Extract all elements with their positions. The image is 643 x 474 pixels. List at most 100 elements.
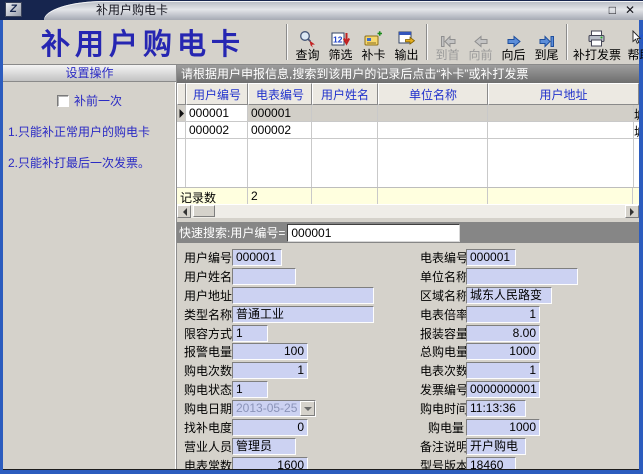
form-field[interactable]: 8.00 — [466, 325, 540, 342]
table-cell[interactable] — [488, 105, 634, 121]
form-right-column: 电表编号000001单位名称区域名称城东人民路变电表倍率1报装容量8.00总购电… — [420, 248, 639, 469]
form-row: 备注说明开户购电 — [420, 437, 639, 456]
card-icon — [364, 29, 383, 48]
table-cell[interactable] — [378, 105, 488, 121]
table-row[interactable]: 000002000002城 — [177, 122, 639, 139]
row-marker — [177, 139, 186, 187]
form-field[interactable]: 1000 — [466, 419, 540, 436]
field-label: 型号版本 — [420, 457, 464, 469]
reissue-previous-checkbox[interactable] — [57, 95, 69, 107]
table-cell[interactable] — [312, 122, 378, 138]
empty-cell — [186, 139, 248, 187]
form-field[interactable]: 000001 — [466, 249, 516, 266]
window-body: 补用户购电卡 查询12筛选补卡输出到首向前向后到尾补打发票?帮助退出 设置操作 … — [3, 20, 639, 470]
table-cell[interactable]: 000002 — [186, 122, 248, 138]
footer-cell — [312, 188, 378, 204]
form-field[interactable]: 1 — [232, 381, 268, 398]
form-field[interactable]: 城东人民路变 — [466, 287, 552, 304]
scrollbar-track[interactable] — [191, 205, 625, 218]
field-label: 电表倍率 — [420, 306, 464, 323]
toolbar-separator — [426, 24, 428, 60]
field-label: 找补电度 — [184, 419, 230, 436]
footer-cell — [378, 188, 488, 204]
reissue-previous-label: 补前一次 — [74, 92, 122, 109]
filter-icon: 12 — [331, 29, 350, 48]
table-row[interactable]: 000001000001 城 — [177, 105, 639, 122]
maximize-button[interactable]: □ — [609, 2, 616, 18]
field-label: 购电日期 — [184, 400, 230, 417]
form-field[interactable]: 1 — [232, 325, 268, 342]
record-count-label: 记录数 — [177, 188, 248, 204]
quick-search-input[interactable] — [287, 224, 460, 242]
table-cell[interactable] — [488, 122, 634, 138]
column-header-1[interactable]: 电表编号 — [248, 83, 312, 105]
toolbar-go-last-button[interactable]: 到尾 — [530, 22, 563, 62]
toolbar-button-label: 补打发票 — [573, 48, 621, 62]
form-field[interactable]: 18460 — [466, 457, 516, 469]
table-cell[interactable]: 000001 — [248, 105, 312, 121]
toolbar-go-next-button[interactable]: 向后 — [497, 22, 530, 62]
date-combo-field[interactable]: 2013-05-25 — [232, 400, 316, 417]
form-row: 购电日期2013-05-25 — [184, 399, 420, 418]
printer-icon — [587, 29, 607, 48]
form-row: 用户姓名 — [184, 267, 420, 286]
form-field[interactable]: 管理员 — [232, 438, 296, 455]
form-field[interactable]: 000001 — [232, 249, 282, 266]
toolbar: 补用户购电卡 查询12筛选补卡输出到首向前向后到尾补打发票?帮助退出 — [3, 20, 639, 65]
field-label: 购电量 — [420, 419, 464, 436]
form-field[interactable] — [232, 287, 374, 304]
column-header-3[interactable]: 单位名称 — [378, 83, 488, 105]
toolbar-help-button[interactable]: ?帮助 — [623, 22, 643, 62]
nav-prev-icon — [473, 29, 489, 48]
scroll-right-button[interactable] — [625, 205, 639, 218]
toolbar-export-button[interactable]: 输出 — [390, 22, 423, 62]
table-cell[interactable] — [312, 105, 378, 121]
field-label: 发票编号 — [420, 381, 464, 398]
field-label: 报装容量 — [420, 325, 464, 342]
toolbar-reprint-invoice-button[interactable]: 补打发票 — [571, 22, 623, 62]
toolbar-button-label: 筛选 — [328, 48, 352, 62]
form-field[interactable]: 100 — [232, 343, 308, 360]
app-logo-icon[interactable]: Z — [5, 2, 22, 17]
toolbar-button-label: 向后 — [501, 48, 525, 62]
form-field[interactable]: 1 — [232, 362, 308, 379]
form-row: 总购电量1000 — [420, 342, 639, 361]
form-field[interactable]: 1 — [466, 362, 540, 379]
form-field[interactable]: 1 — [466, 306, 540, 323]
dropdown-button[interactable] — [300, 401, 315, 416]
scrollbar-thumb[interactable] — [193, 205, 215, 217]
field-label: 用户地址 — [184, 287, 230, 304]
horizontal-scrollbar[interactable] — [177, 204, 639, 218]
form-field[interactable]: 开户购电 — [466, 438, 526, 455]
form-field[interactable]: 1600 — [232, 457, 308, 469]
field-label: 电表次数 — [420, 362, 464, 379]
clipped-next-column: 城 — [634, 105, 639, 121]
toolbar-reissue-card-button[interactable]: 补卡 — [357, 22, 390, 62]
help-icon: ? — [630, 29, 643, 48]
table-cell[interactable]: 000002 — [248, 122, 312, 138]
close-button[interactable]: ✕ — [625, 2, 635, 18]
form-field[interactable]: 0000000001 — [466, 381, 540, 398]
toolbar-query-button[interactable]: 查询 — [291, 22, 324, 62]
empty-cell — [488, 139, 634, 187]
table-cell[interactable] — [378, 122, 488, 138]
table-cell[interactable]: 000001 — [186, 105, 248, 121]
scroll-left-button[interactable] — [177, 205, 191, 218]
column-header-0[interactable]: 用户编号 — [186, 83, 248, 105]
form-field[interactable]: 11:13:36 — [466, 400, 526, 417]
form-field[interactable]: 普通工业 — [232, 306, 374, 323]
main-panel: 请根据用户申报信息,搜索到该用户的记录后点击“补卡”或补打发票 用户编号电表编号… — [177, 65, 639, 469]
toolbar-filter-button[interactable]: 12筛选 — [324, 22, 357, 62]
field-label: 限容方式 — [184, 325, 230, 342]
form-field[interactable]: 0 — [232, 419, 308, 436]
form-field[interactable] — [232, 268, 296, 285]
form-row: 用户地址 — [184, 286, 420, 305]
field-label: 购电时间 — [420, 400, 464, 417]
form-row: 电表编号000001 — [420, 248, 639, 267]
row-marker — [177, 122, 186, 138]
column-header-2[interactable]: 用户姓名 — [312, 83, 378, 105]
form-field[interactable]: 1000 — [466, 343, 540, 360]
toolbar-button-label: 到尾 — [534, 48, 558, 62]
form-field[interactable] — [466, 268, 578, 285]
column-header-4[interactable]: 用户地址 — [488, 83, 639, 105]
